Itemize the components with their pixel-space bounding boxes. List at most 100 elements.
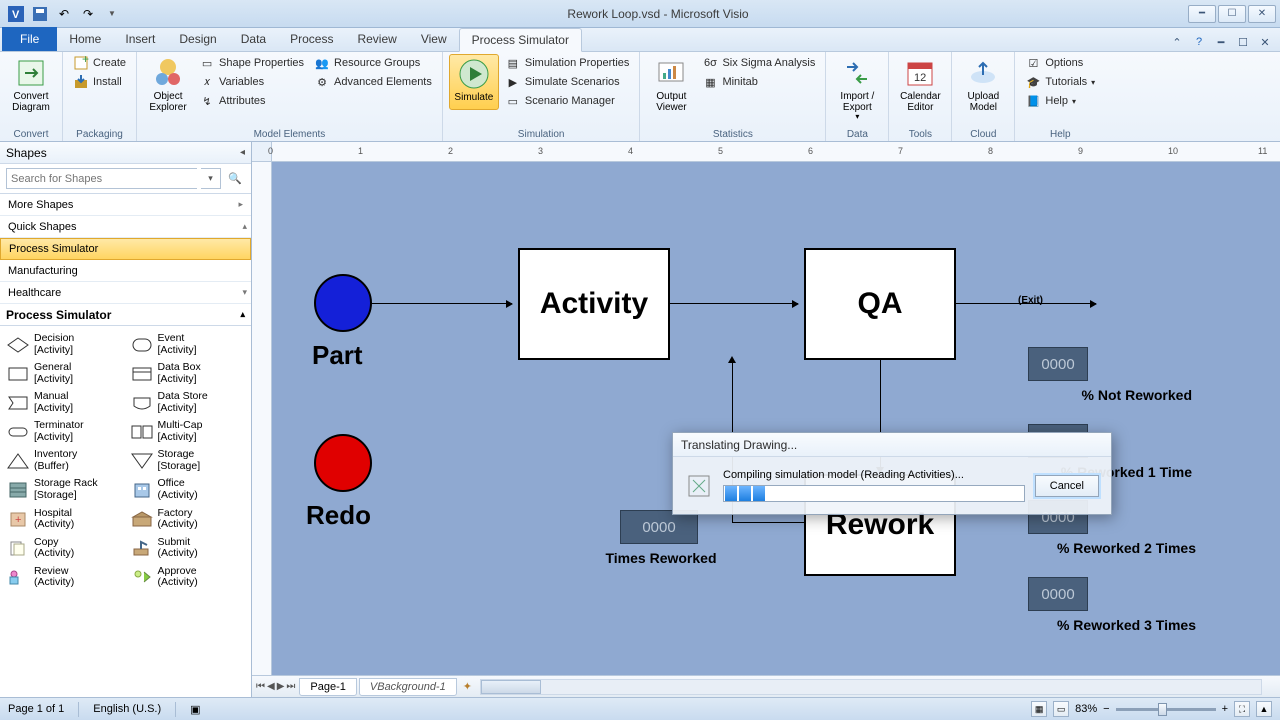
six-sigma-button[interactable]: 6σSix Sigma Analysis [698,54,819,72]
tab-insert[interactable]: Insert [113,27,167,51]
simulate-button[interactable]: Simulate [449,54,499,110]
scroll-up-icon[interactable]: ▴ [240,309,245,320]
shape-master[interactable]: Manual [Activity] [2,388,126,417]
tutorials-button[interactable]: 🎓Tutorials ▾ [1021,73,1099,91]
shape-master[interactable]: Storage [Storage] [126,446,250,475]
cancel-button[interactable]: Cancel [1035,475,1099,497]
tab-view[interactable]: View [409,27,459,51]
reworked-3-value[interactable]: 0000 [1028,577,1088,611]
doc-restore-icon[interactable]: ☐ [1234,33,1252,51]
shape-master[interactable]: Multi-Cap [Activity] [126,417,250,446]
qat-dropdown-icon[interactable]: ▼ [102,4,122,24]
zoom-percent[interactable]: 83% [1075,703,1097,715]
shape-master[interactable]: Storage Rack [Storage] [2,475,126,504]
fit-page-icon[interactable]: ⛶ [1234,701,1250,717]
shape-master[interactable]: Data Store [Activity] [126,388,250,417]
app-icon[interactable]: V [6,4,26,24]
save-icon[interactable] [30,4,50,24]
horizontal-scrollbar[interactable] [480,679,1262,695]
shape-master[interactable]: Submit (Activity) [126,534,250,563]
part-entity[interactable] [314,274,372,332]
shape-master[interactable]: Inventory (Buffer) [2,446,126,475]
scroll-thumb[interactable] [481,680,541,694]
nav-last-icon[interactable]: ⏭ [286,681,295,692]
shape-master[interactable]: +Hospital (Activity) [2,505,126,534]
zoom-knob[interactable] [1158,703,1167,716]
zoom-out-icon[interactable]: − [1103,703,1109,715]
tab-design[interactable]: Design [167,27,228,51]
install-button[interactable]: Install [69,73,130,91]
minimize-ribbon-icon[interactable]: ⌃ [1168,33,1186,51]
more-shapes-item[interactable]: More Shapes▸ [0,194,251,216]
tab-process-simulator[interactable]: Process Simulator [459,28,582,52]
qa-box[interactable]: QA [804,248,956,360]
search-go-icon[interactable]: 🔍 [225,168,245,189]
shape-master[interactable]: Factory (Activity) [126,505,250,534]
switch-windows-icon[interactable]: ▲ [1256,701,1272,717]
convert-diagram-button[interactable]: Convert Diagram [6,54,56,115]
doc-close-icon[interactable]: ✕ [1256,33,1274,51]
object-explorer-button[interactable]: Object Explorer [143,54,193,115]
process-simulator-stencil[interactable]: Process Simulator [0,238,251,260]
nav-first-icon[interactable]: ⏮ [256,681,265,692]
nav-prev-icon[interactable]: ◀ [267,681,275,692]
not-reworked-value[interactable]: 0000 [1028,347,1088,381]
page-tab-1[interactable]: Page-1 [299,678,356,696]
upload-model-button[interactable]: Upload Model [958,54,1008,115]
tab-file[interactable]: File [2,27,57,51]
undo-icon[interactable]: ↶ [54,4,74,24]
output-viewer-button[interactable]: Output Viewer [646,54,696,115]
create-button[interactable]: +Create [69,54,130,72]
manufacturing-stencil[interactable]: Manufacturing [0,260,251,282]
minimize-button[interactable]: ━ [1188,5,1216,23]
activity-box[interactable]: Activity [518,248,670,360]
nav-next-icon[interactable]: ▶ [277,681,285,692]
redo-icon[interactable]: ↷ [78,4,98,24]
minitab-button[interactable]: ▦Minitab [698,73,819,91]
resource-groups-button[interactable]: 👥Resource Groups [310,54,436,72]
shape-master[interactable]: Approve (Activity) [126,563,250,592]
tab-home[interactable]: Home [57,27,113,51]
view-full-icon[interactable]: ▭ [1053,701,1069,717]
insert-page-icon[interactable]: ✦ [463,680,472,693]
quick-shapes-item[interactable]: Quick Shapes▴ [0,216,251,238]
canvas[interactable]: Part Redo Activity QA Rework (Exit) 0000… [272,162,1262,675]
calendar-editor-button[interactable]: 12 Calendar Editor [895,54,945,115]
times-reworked-value[interactable]: 0000 [620,510,698,544]
shapes-collapse-icon[interactable]: ◂ [240,147,245,158]
tab-review[interactable]: Review [345,27,408,51]
shape-properties-button[interactable]: ▭Shape Properties [195,54,308,72]
redo-entity[interactable] [314,434,372,492]
shape-master[interactable]: Office (Activity) [126,475,250,504]
zoom-slider[interactable] [1116,708,1216,711]
simulation-properties-button[interactable]: ▤Simulation Properties [501,54,634,72]
tab-data[interactable]: Data [229,27,278,51]
variables-button[interactable]: 𝑥Variables [195,73,308,91]
shape-master[interactable]: Review (Activity) [2,563,126,592]
doc-min-icon[interactable]: ━ [1212,33,1230,51]
shape-master[interactable]: General [Activity] [2,359,126,388]
help-icon[interactable]: ? [1190,33,1208,51]
advanced-elements-button[interactable]: ⚙Advanced Elements [310,73,436,91]
options-button[interactable]: ☑Options [1021,54,1099,72]
shape-master[interactable]: Event [Activity] [126,330,250,359]
maximize-button[interactable]: ☐ [1218,5,1246,23]
shape-master[interactable]: Terminator [Activity] [2,417,126,446]
healthcare-stencil[interactable]: Healthcare▾ [0,282,251,304]
view-normal-icon[interactable]: ▦ [1031,701,1047,717]
page-tab-bg[interactable]: VBackground-1 [359,678,457,696]
scenario-manager-button[interactable]: ▭Scenario Manager [501,92,634,110]
zoom-in-icon[interactable]: + [1222,703,1228,715]
tab-process[interactable]: Process [278,27,345,51]
simulate-scenarios-button[interactable]: ▶Simulate Scenarios [501,73,634,91]
record-macro-icon[interactable]: ▣ [190,703,200,716]
shape-master[interactable]: Decision [Activity] [2,330,126,359]
shape-master[interactable]: Copy (Activity) [2,534,126,563]
close-button[interactable]: ✕ [1248,5,1276,23]
import-export-button[interactable]: Import / Export▾ [832,54,882,124]
help-button[interactable]: 📘Help ▾ [1021,92,1099,110]
search-dropdown-icon[interactable]: ▾ [201,168,221,189]
shape-master[interactable]: Data Box [Activity] [126,359,250,388]
search-input[interactable] [6,168,197,189]
attributes-button[interactable]: ↯Attributes [195,92,308,110]
